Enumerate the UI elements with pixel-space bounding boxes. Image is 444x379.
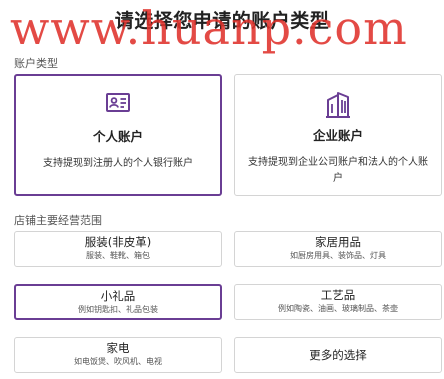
personal-account-card[interactable]: 个人账户 支持提现到注册人的个人银行账户 bbox=[14, 74, 222, 196]
scope-option-subtitle: 如厨房用具、装饰品、灯具 bbox=[290, 251, 386, 260]
scope-option-subtitle: 如电饭煲、吹风机、电视 bbox=[74, 357, 162, 366]
scope-option-title: 家居用品 bbox=[315, 235, 361, 249]
scope-option-home-goods[interactable]: 家居用品 如厨房用具、装饰品、灯具 bbox=[234, 231, 442, 267]
scope-option-subtitle: 例如陶瓷、油画、玻璃制品、茶壶 bbox=[278, 304, 398, 313]
scope-option-crafts[interactable]: 工艺品 例如陶瓷、油画、玻璃制品、茶壶 bbox=[234, 284, 442, 320]
business-account-title: 企业账户 bbox=[312, 128, 363, 143]
business-scope-label: 店铺主要经营范围 bbox=[14, 214, 102, 227]
scope-option-clothing[interactable]: 服装(非皮革) 服装、鞋靴、箱包 bbox=[14, 231, 222, 267]
scope-option-title: 更多的选择 bbox=[309, 348, 367, 362]
scope-option-title: 服装(非皮革) bbox=[84, 235, 152, 249]
account-type-label: 账户类型 bbox=[14, 57, 58, 70]
scope-option-subtitle: 例如钥匙扣、礼品包装 bbox=[78, 305, 158, 314]
personal-account-title: 个人账户 bbox=[92, 129, 143, 144]
scope-option-subtitle: 服装、鞋靴、箱包 bbox=[86, 251, 150, 260]
page-title: 请选择您申请的账户类型 bbox=[114, 10, 330, 32]
business-account-card[interactable]: 企业账户 支持提现到企业公司账户和法人的个人账户 bbox=[234, 74, 442, 196]
scope-option-title: 工艺品 bbox=[320, 288, 356, 302]
scope-option-more[interactable]: 更多的选择 bbox=[234, 337, 442, 373]
personal-account-desc: 支持提现到注册人的个人银行账户 bbox=[43, 158, 193, 169]
scope-option-appliances[interactable]: 家电 如电饭煲、吹风机、电视 bbox=[14, 337, 222, 373]
office-building-icon bbox=[235, 91, 441, 121]
scope-option-title: 小礼品 bbox=[100, 289, 136, 303]
business-account-desc: 支持提现到企业公司账户和法人的个人账户 bbox=[248, 157, 428, 184]
scope-option-small-gifts[interactable]: 小礼品 例如钥匙扣、礼品包装 bbox=[14, 284, 222, 320]
id-card-icon bbox=[16, 92, 220, 122]
scope-option-title: 家电 bbox=[106, 341, 130, 355]
